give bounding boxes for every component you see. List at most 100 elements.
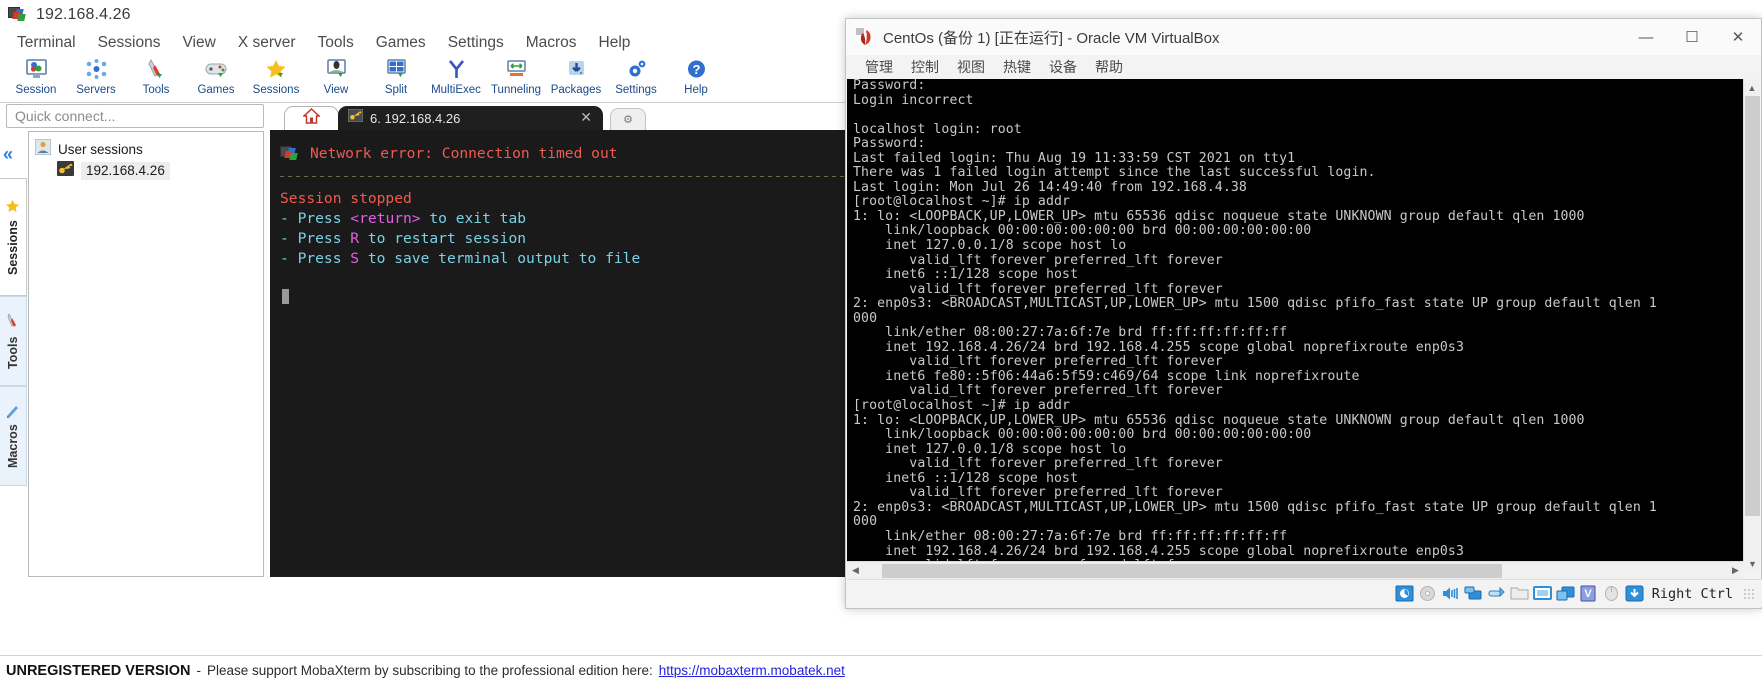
minimize-button[interactable]: — bbox=[1623, 19, 1669, 55]
mouse-icon[interactable] bbox=[1602, 585, 1621, 602]
status-link[interactable]: https://mobaxterm.mobatek.net bbox=[659, 663, 845, 678]
maximize-button[interactable]: ☐ bbox=[1669, 19, 1715, 55]
toolbar-button-sessions[interactable]: Sessions bbox=[246, 56, 306, 96]
tree-node-user-sessions[interactable]: User sessions bbox=[34, 138, 263, 160]
close-button[interactable]: ✕ bbox=[1715, 19, 1761, 55]
status-badge: UNREGISTERED VERSION bbox=[6, 662, 191, 679]
vertical-scrollbar[interactable]: ▲ ▼ bbox=[1743, 79, 1760, 572]
display-icon[interactable] bbox=[1532, 585, 1552, 602]
toolbar-button-servers[interactable]: Servers bbox=[66, 56, 126, 96]
shared-folders-icon[interactable] bbox=[1510, 585, 1529, 602]
scroll-left-arrow[interactable]: ◀ bbox=[847, 565, 864, 576]
vb-menu-help[interactable]: 帮助 bbox=[1086, 56, 1132, 78]
toolbar-button-packages[interactable]: Packages bbox=[546, 56, 606, 96]
svg-text:?: ? bbox=[692, 62, 700, 77]
tunneling-icon bbox=[505, 57, 528, 82]
tab-session-6[interactable]: 6. 192.168.4.26 ✕ bbox=[338, 106, 603, 130]
mobaxterm-logo-icon bbox=[8, 6, 27, 24]
menu-xserver[interactable]: X server bbox=[227, 32, 307, 54]
console-line: valid_lft forever preferred_lft forever bbox=[853, 383, 1223, 399]
console-line: 1: lo: <LOOPBACK,UP,LOWER_UP> mtu 65536 … bbox=[853, 412, 1585, 428]
menu-macros[interactable]: Macros bbox=[515, 32, 588, 54]
network-icon[interactable] bbox=[1464, 585, 1483, 602]
toolbar-label-servers: Servers bbox=[76, 84, 116, 96]
settings-gear-icon bbox=[625, 57, 648, 82]
usb-icon[interactable] bbox=[1487, 585, 1506, 602]
toolbar-button-session[interactable]: Session bbox=[6, 56, 66, 96]
console-line: Password: bbox=[853, 136, 926, 152]
sidebar-item-macros[interactable]: Macros bbox=[0, 386, 27, 486]
toolbar-button-tunneling[interactable]: Tunneling bbox=[486, 56, 546, 96]
menu-tools[interactable]: Tools bbox=[307, 32, 365, 54]
toolbar-button-view[interactable]: View bbox=[306, 56, 366, 96]
console-line: inet 192.168.4.26/24 brd 192.168.4.255 s… bbox=[853, 543, 1465, 559]
ssh-key-icon bbox=[347, 108, 364, 127]
help-icon: ? bbox=[685, 57, 708, 82]
tab-home[interactable] bbox=[284, 106, 339, 130]
toolbar-label-sessions: Sessions bbox=[252, 84, 300, 96]
menu-view[interactable]: View bbox=[171, 32, 226, 54]
new-tab-button[interactable]: ⚙ bbox=[610, 108, 646, 130]
sidebar-item-sessions[interactable]: Sessions bbox=[0, 178, 27, 296]
toolbar-label-settings: Settings bbox=[615, 84, 657, 96]
sidebar-item-label-sessions: Sessions bbox=[6, 220, 20, 275]
toolbar-label-help: Help bbox=[684, 84, 708, 96]
toolbar-button-games[interactable]: Games bbox=[186, 56, 246, 96]
optical-disk-icon[interactable] bbox=[1418, 585, 1437, 602]
sidebar-item-tools[interactable]: Tools bbox=[0, 296, 27, 386]
recording-icon[interactable] bbox=[1556, 585, 1575, 602]
close-icon[interactable]: ✕ bbox=[580, 109, 592, 126]
tree-node-session[interactable]: 192.168.4.26 bbox=[35, 160, 263, 182]
virtualbox-window: CentOs (备份 1) [正在运行] - Oracle VM Virtual… bbox=[845, 18, 1762, 609]
quick-connect-input[interactable]: Quick connect... bbox=[6, 104, 264, 128]
keyboard-icon[interactable] bbox=[1625, 585, 1644, 602]
menu-sessions[interactable]: Sessions bbox=[87, 32, 172, 54]
console-line: inet6 ::1/128 scope host bbox=[853, 470, 1079, 486]
horizontal-scroll-track[interactable] bbox=[864, 562, 1727, 580]
hard-disk-icon[interactable] bbox=[1395, 585, 1414, 602]
session-tree[interactable]: User sessions 192.168.4.26 bbox=[28, 131, 264, 577]
console-line: valid_lft forever preferred_lft forever bbox=[853, 354, 1223, 370]
toolbar-button-split[interactable]: Split bbox=[366, 56, 426, 96]
menu-games[interactable]: Games bbox=[365, 32, 437, 54]
horizontal-scrollbar[interactable]: ◀ ▶ bbox=[847, 561, 1744, 579]
vb-menu-devices[interactable]: 设备 bbox=[1040, 56, 1086, 78]
vertical-scroll-thumb[interactable] bbox=[1745, 96, 1760, 516]
console-line: link/loopback 00:00:00:00:00:00 brd 00:0… bbox=[853, 223, 1312, 239]
toolbar-button-multiexec[interactable]: MultiExec bbox=[426, 56, 486, 96]
double-chevron-left-icon[interactable]: « bbox=[3, 144, 13, 165]
scroll-down-arrow[interactable]: ▼ bbox=[1744, 555, 1761, 572]
menu-settings[interactable]: Settings bbox=[437, 32, 515, 54]
servers-icon bbox=[85, 57, 108, 82]
console-line: link/ether 08:00:27:7a:6f:7e brd ff:ff:f… bbox=[853, 325, 1288, 341]
console-line: There was 1 failed login attempt since t… bbox=[853, 165, 1376, 181]
vb-menu-manage[interactable]: 管理 bbox=[856, 56, 902, 78]
console-line: valid_lft forever preferred_lft forever bbox=[853, 456, 1223, 472]
toolbar-button-settings[interactable]: Settings bbox=[606, 56, 666, 96]
toolbar-button-help[interactable]: ? Help bbox=[666, 56, 726, 96]
vm-console-screen[interactable]: Password: Login incorrect localhost login… bbox=[847, 79, 1744, 572]
horizontal-scroll-thumb[interactable] bbox=[882, 563, 1502, 578]
ssh-key-icon bbox=[57, 161, 74, 181]
virtualbox-vm-icon bbox=[856, 28, 874, 46]
resize-grip-icon[interactable] bbox=[1743, 588, 1754, 599]
menu-help[interactable]: Help bbox=[588, 32, 642, 54]
mobaxterm-status-bar: UNREGISTERED VERSION - Please support Mo… bbox=[0, 655, 1762, 685]
toolbar-button-tools[interactable]: Tools bbox=[126, 56, 186, 96]
console-line: valid_lft forever preferred_lft forever bbox=[853, 281, 1223, 297]
vb-menu-view[interactable]: 视图 bbox=[948, 56, 994, 78]
packages-icon bbox=[565, 57, 588, 82]
menu-terminal[interactable]: Terminal bbox=[6, 32, 87, 54]
window-controls: — ☐ ✕ bbox=[1623, 19, 1761, 55]
scroll-right-arrow[interactable]: ▶ bbox=[1727, 565, 1744, 576]
console-line: Login incorrect bbox=[853, 92, 974, 108]
virtualization-icon[interactable]: V bbox=[1579, 585, 1598, 602]
vb-menu-control[interactable]: 控制 bbox=[902, 56, 948, 78]
audio-icon[interactable] bbox=[1441, 585, 1460, 602]
virtualbox-status-bar: V Right Ctrl bbox=[847, 579, 1762, 607]
console-line: inet6 fe80::5f06:44a6:5f59:c469/64 scope… bbox=[853, 368, 1360, 384]
console-line: Password: bbox=[853, 79, 926, 93]
vb-menu-hotkeys[interactable]: 热键 bbox=[994, 56, 1040, 78]
quick-connect-placeholder: Quick connect... bbox=[15, 108, 116, 124]
scroll-up-arrow[interactable]: ▲ bbox=[1744, 79, 1760, 96]
